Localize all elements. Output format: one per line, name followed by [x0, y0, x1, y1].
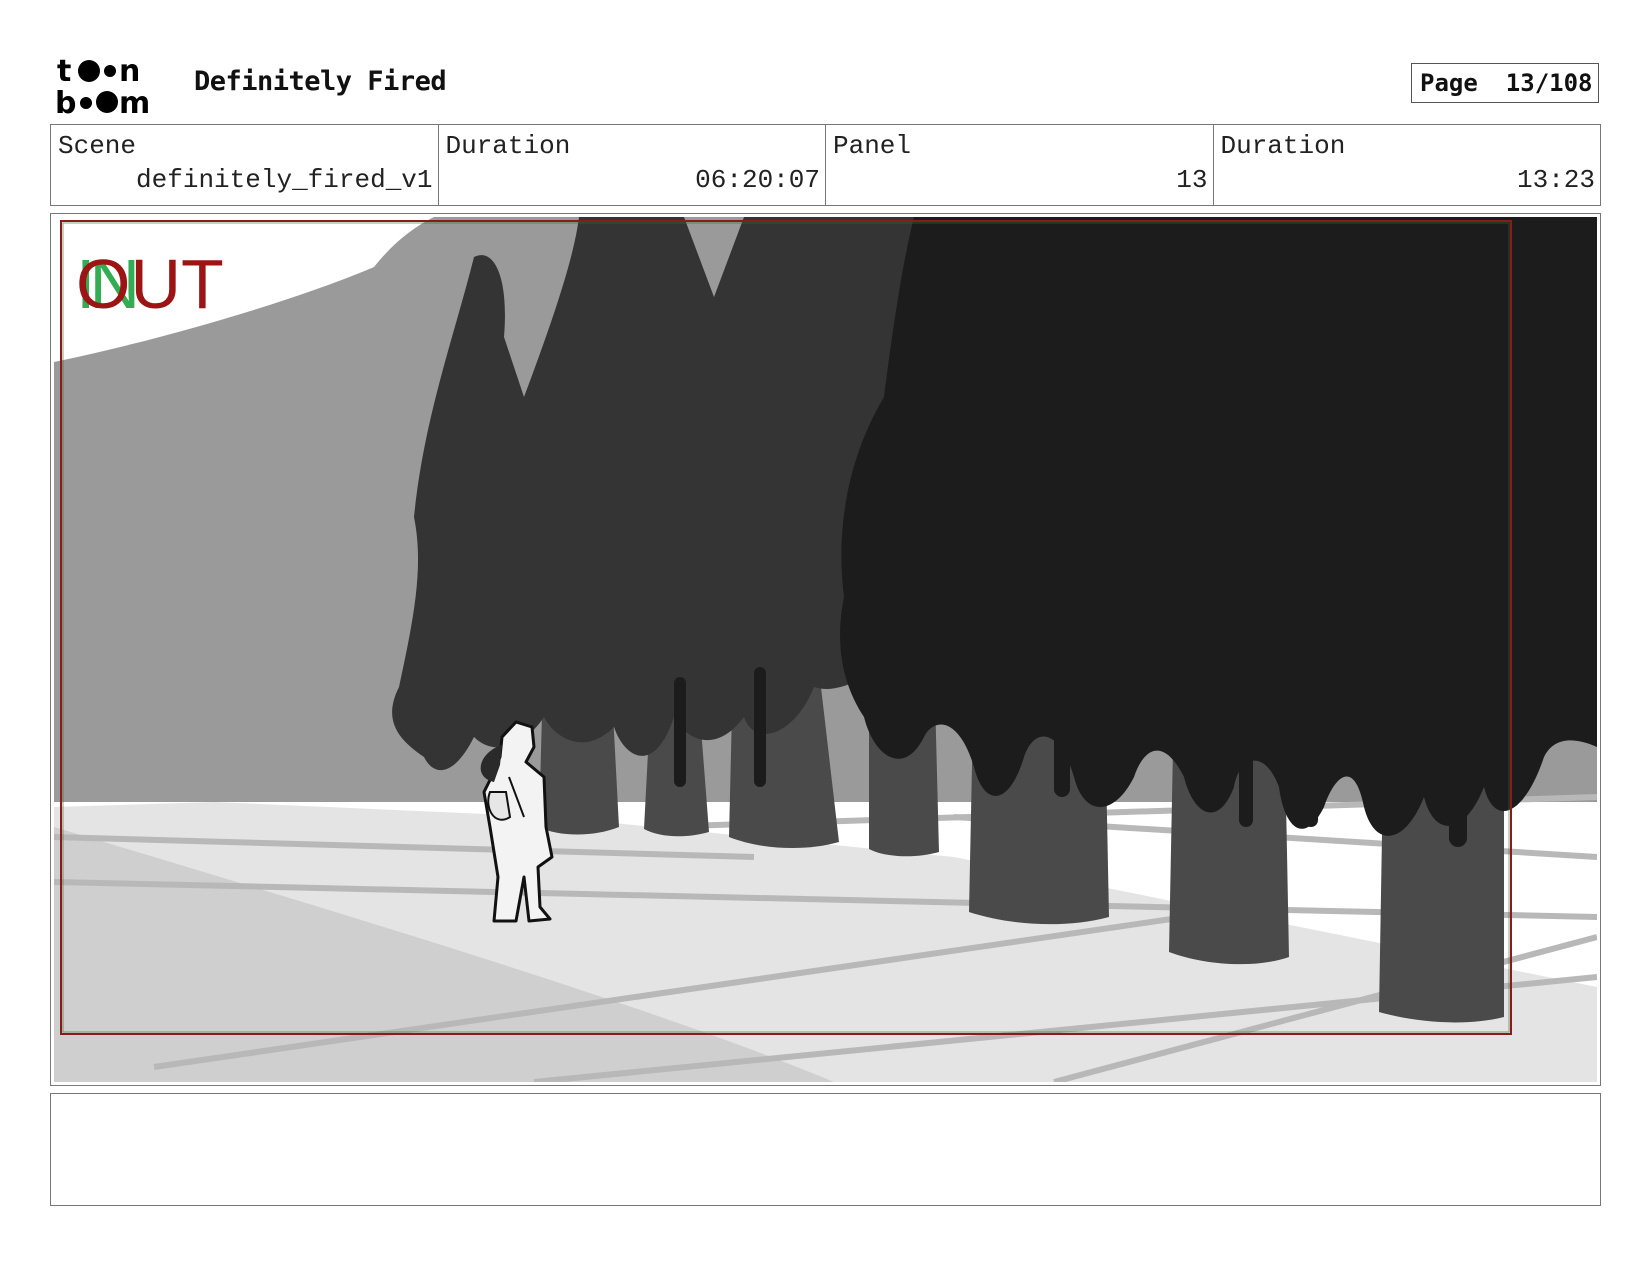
svg-text:t: t	[57, 54, 71, 89]
svg-text:b: b	[55, 86, 76, 116]
scene-label: Scene	[58, 131, 137, 161]
panel-duration-value: 13:23	[1516, 165, 1595, 195]
out-marker: OUT	[76, 245, 224, 323]
panel-duration-label: Duration	[1220, 131, 1346, 161]
toon-boom-logo: t n b m	[55, 54, 171, 121]
page-label: Page	[1420, 69, 1478, 97]
page-value: 13/108	[1505, 69, 1593, 97]
scene-duration-value: 06:20:07	[695, 165, 820, 195]
scene-value: definitely_fired_v1	[136, 165, 433, 195]
page-indicator: Page 13/108	[1411, 63, 1599, 103]
scene-duration-label: Duration	[445, 131, 571, 161]
panel-value: 13	[1176, 165, 1208, 195]
panel-label: Panel	[833, 131, 912, 161]
storyboard-panel: IN OUT	[50, 213, 1601, 1086]
project-title: Definitely Fired	[194, 66, 447, 97]
panel-duration-cell: Duration 13:23	[1214, 125, 1601, 205]
panel-info-row: Scene definitely_fired_v1 Duration 06:20…	[50, 124, 1601, 206]
panel-notes[interactable]	[50, 1093, 1601, 1206]
scene-duration-cell: Duration 06:20:07	[439, 125, 826, 205]
svg-text:n: n	[119, 54, 140, 89]
svg-text:m: m	[119, 86, 150, 116]
panel-cell: Panel 13	[826, 125, 1214, 205]
scene-cell: Scene definitely_fired_v1	[51, 125, 439, 205]
panel-artwork: IN OUT	[54, 217, 1597, 1082]
